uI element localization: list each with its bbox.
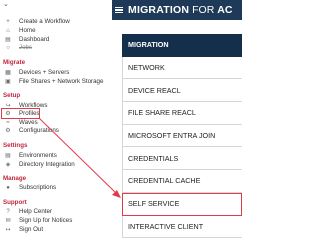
help-icon: ? (6, 209, 10, 215)
item-icon: ○ (6, 45, 10, 51)
section-title-setup: Setup (3, 92, 21, 99)
section-title-migrate: Migrate (3, 59, 26, 66)
sidebar-item-label: Jobs (19, 44, 33, 51)
sidebar-item-devices-servers[interactable]: ▦ Devices + Servers (4, 69, 69, 77)
sidebar-item-label: Sign Out (19, 226, 44, 233)
gear-icon: ⚙ (5, 128, 11, 134)
sidebar-item-label: Dashboard (19, 36, 50, 43)
sidebar-item-environments[interactable]: ▤ Environments (4, 152, 57, 160)
main-panel: MIGRATION FOR AC MIGRATION NETWORK DEVIC… (112, 0, 242, 240)
plus-icon: + (6, 19, 10, 25)
notice-icon: ✉ (5, 218, 11, 224)
menu-item-interactive-client[interactable]: INTERACTIVE CLIENT (122, 215, 242, 239)
directory-icon: ◈ (5, 162, 11, 168)
sidebar-item-label: Waves (19, 119, 38, 126)
section-title-support: Support (3, 199, 27, 206)
sidebar-item-label: Create a Workflow (19, 18, 70, 25)
page-header: MIGRATION FOR AC (112, 0, 242, 20)
sidebar-item-label: Devices + Servers (19, 69, 70, 76)
menu-item-device-reacl[interactable]: DEVICE REACL (122, 79, 242, 103)
sidebar-item-label: Environments (19, 152, 57, 159)
subscription-icon: ● (6, 185, 10, 191)
sidebar-item-sign-out[interactable]: ↦ Sign Out (4, 226, 43, 234)
page-title-mid: FOR (192, 4, 215, 16)
sidebar-item-label: Directory Integration (19, 161, 75, 168)
menu-item-credential-cache[interactable]: CREDENTIAL CACHE (122, 170, 242, 193)
wave-icon: ≈ (6, 120, 10, 126)
menu-item-network[interactable]: NETWORK (122, 56, 242, 80)
chevron-down-icon[interactable]: ⌄ (3, 1, 9, 8)
sidebar-item-file-shares[interactable]: ▣ File Shares + Network Storage (4, 78, 103, 86)
section-title-settings: Settings (3, 142, 28, 149)
menu-item-self-service[interactable]: SELF SERVICE (122, 192, 242, 216)
menu-item-entra-join[interactable]: MICROSOFT ENTRA JOIN (122, 124, 242, 148)
server-icon: ▦ (5, 70, 11, 76)
sidebar-item-dashboard[interactable]: ▤ Dashboard (4, 36, 49, 44)
sidebar-item-home[interactable]: ⌂ Home (4, 27, 36, 35)
environment-icon: ▤ (5, 153, 11, 159)
sidebar-collapse-bar[interactable]: ⌄ (0, 0, 112, 10)
menu-item-credentials[interactable]: CREDENTIALS (122, 147, 242, 171)
hamburger-menu-icon[interactable] (115, 6, 123, 14)
sidebar-item-jobs[interactable]: ○ Jobs (4, 44, 32, 52)
dashboard-icon: ▤ (5, 37, 11, 43)
sidebar-item-help-center[interactable]: ? Help Center (4, 208, 52, 216)
section-title-manage: Manage (3, 175, 27, 182)
menu-item-file-share-reacl[interactable]: FILE SHARE REACL (122, 102, 242, 125)
profiles-highlight-box (1, 108, 40, 119)
profile-menu: MIGRATION NETWORK DEVICE REACL FILE SHAR… (122, 34, 242, 239)
page-title-bold: MIGRATION (128, 4, 190, 16)
sidebar-item-label: Configurations (19, 127, 59, 134)
signout-icon: ↦ (5, 227, 11, 233)
sidebar-item-label: Subscriptions (19, 184, 57, 191)
sidebar-item-configurations[interactable]: ⚙ Configurations (4, 127, 59, 135)
sidebar-item-subscriptions[interactable]: ● Subscriptions (4, 184, 56, 192)
sidebar-item-sign-up-notices[interactable]: ✉ Sign Up for Notices (4, 217, 72, 225)
home-icon: ⌂ (6, 28, 10, 34)
sidebar-item-create-workflow[interactable]: + Create a Workflow (4, 18, 70, 26)
sidebar-item-label: Home (19, 27, 36, 34)
sidebar-item-label: Help Center (19, 208, 53, 215)
folder-icon: ▣ (5, 79, 11, 85)
sidebar-item-label: Sign Up for Notices (19, 217, 73, 224)
sidebar-item-waves[interactable]: ≈ Waves (4, 119, 38, 127)
page-title-end: AC (217, 4, 233, 16)
sidebar: ⌄ + Create a Workflow ⌂ Home ▤ Dashboard… (0, 0, 112, 240)
menu-item-migration[interactable]: MIGRATION (122, 34, 242, 57)
sidebar-item-directory-integration[interactable]: ◈ Directory Integration (4, 161, 75, 169)
sidebar-item-label: File Shares + Network Storage (19, 78, 104, 85)
